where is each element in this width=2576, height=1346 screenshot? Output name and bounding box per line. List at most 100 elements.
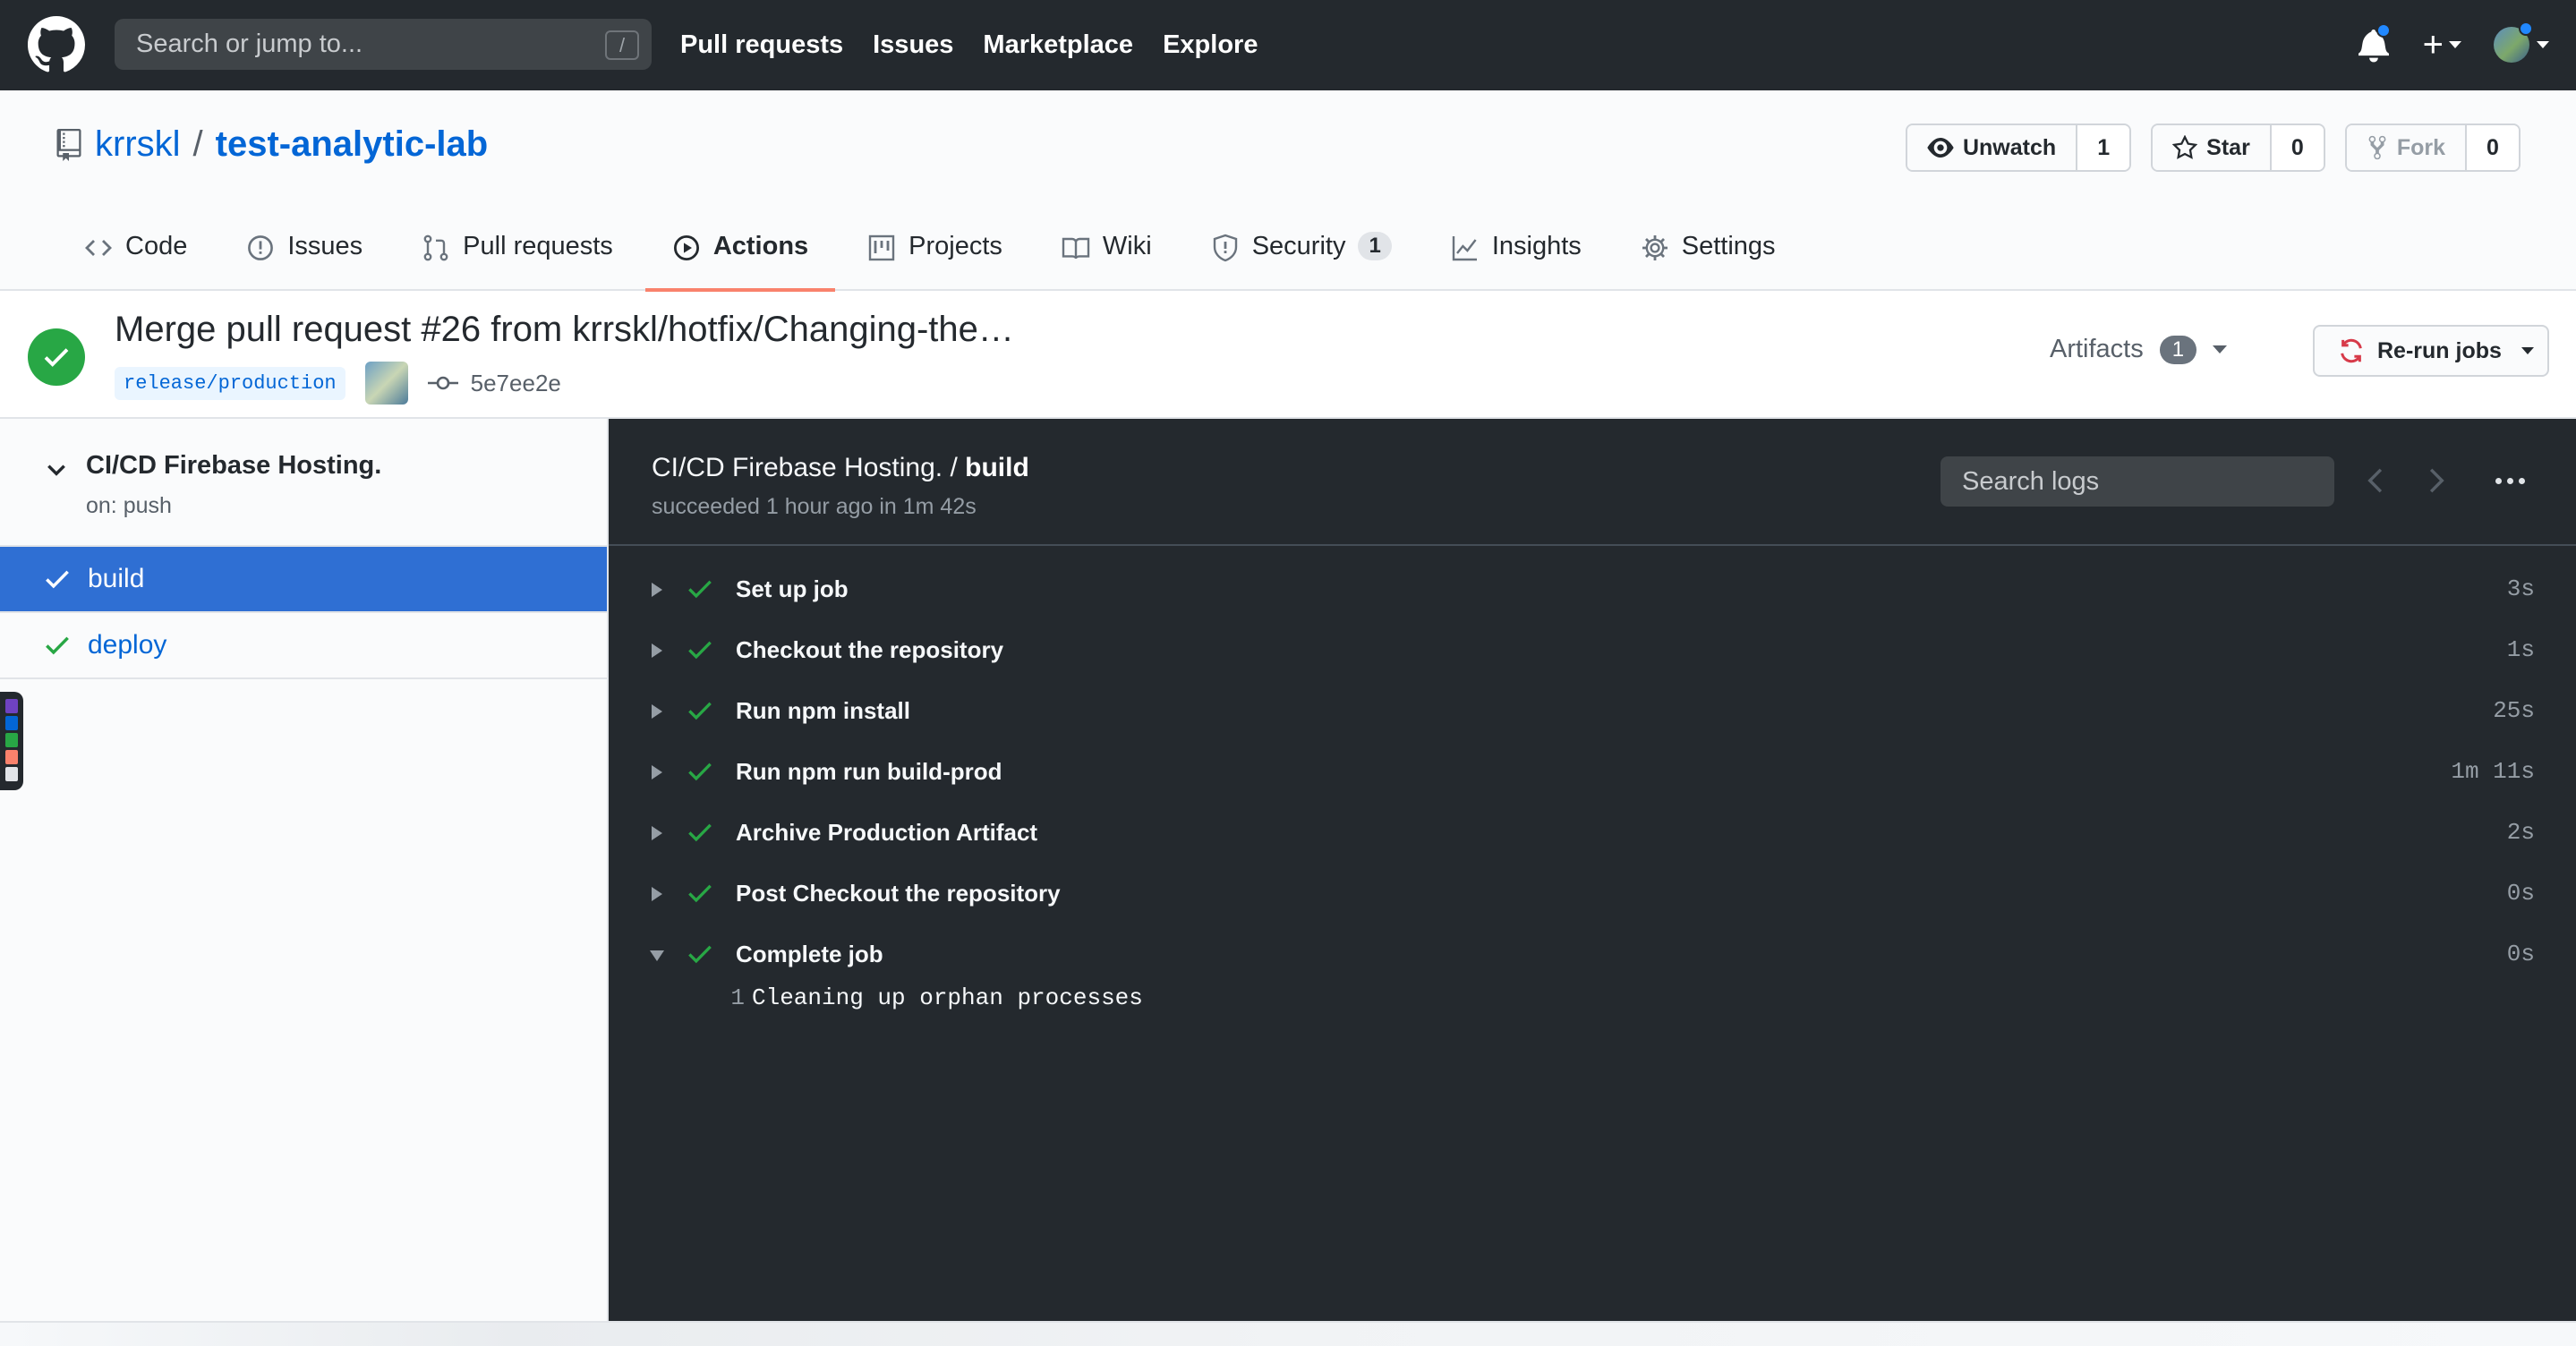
- tab-label: Code: [125, 232, 188, 260]
- avatar[interactable]: [364, 362, 408, 405]
- search-logs-input[interactable]: Search logs: [1941, 456, 2334, 507]
- tab-settings[interactable]: Settings: [1641, 221, 1796, 291]
- unwatch-button[interactable]: Unwatch: [1906, 125, 2077, 170]
- step-row-expanded[interactable]: Complete job 0s: [609, 924, 2576, 984]
- step-duration: 3s: [2506, 575, 2535, 602]
- create-new-dropdown[interactable]: +: [2423, 27, 2461, 63]
- chevron-left-icon[interactable]: [2365, 465, 2388, 496]
- workflow-summary[interactable]: CI/CD Firebase Hosting. on: push: [0, 419, 607, 547]
- tab-label: Actions: [712, 232, 809, 260]
- tab-pull-requests[interactable]: Pull requests: [422, 221, 633, 291]
- color-swatch: [5, 716, 18, 730]
- expand-triangle-icon[interactable]: [652, 583, 662, 597]
- fork-button[interactable]: Fork: [2346, 125, 2465, 170]
- fork-button-group: Fork 0: [2344, 124, 2521, 172]
- avatar-status-indicator: [2519, 21, 2533, 36]
- color-swatch: [5, 767, 18, 781]
- job-item-deploy[interactable]: deploy: [0, 613, 607, 679]
- window-bottom-edge: [0, 1321, 2576, 1346]
- eye-icon: [1927, 138, 1954, 158]
- tab-label: Settings: [1681, 232, 1776, 260]
- more-options-button[interactable]: [2495, 478, 2525, 484]
- tab-label: Insights: [1491, 232, 1582, 260]
- tab-projects[interactable]: Projects: [867, 221, 1022, 291]
- rerun-label: Re-run jobs: [2377, 337, 2502, 363]
- star-button[interactable]: Star: [2153, 125, 2270, 170]
- star-icon: [2172, 135, 2198, 159]
- global-header: Search or jump to... / Pull requests Iss…: [0, 0, 2576, 90]
- collapse-triangle-icon[interactable]: [650, 950, 664, 961]
- artifacts-dropdown[interactable]: Artifacts 1: [2050, 335, 2228, 364]
- plus-icon: +: [2422, 25, 2444, 64]
- step-duration: 0s: [2506, 880, 2535, 907]
- nav-marketplace[interactable]: Marketplace: [983, 30, 1133, 60]
- expand-triangle-icon[interactable]: [652, 704, 662, 719]
- step-row[interactable]: Post Checkout the repository 0s: [609, 863, 2576, 924]
- artifacts-label: Artifacts: [2050, 335, 2144, 363]
- tab-insights[interactable]: Insights: [1451, 221, 1601, 291]
- repository-title: krrskl / test-analytic-lab: [55, 124, 488, 165]
- watchers-count[interactable]: 1: [2076, 125, 2130, 170]
- job-item-build[interactable]: build: [0, 547, 607, 613]
- expand-triangle-icon[interactable]: [652, 643, 662, 658]
- expand-triangle-icon[interactable]: [652, 887, 662, 901]
- app-window: Search or jump to... / Pull requests Iss…: [0, 0, 2576, 1346]
- log-line: 1 Cleaning up orphan processes: [609, 984, 2576, 1029]
- step-row[interactable]: Checkout the repository 1s: [609, 619, 2576, 680]
- artifacts-count: 1: [2159, 335, 2197, 364]
- fork-label: Fork: [2396, 134, 2445, 160]
- color-swatch: [5, 750, 18, 764]
- nav-pull-requests[interactable]: Pull requests: [680, 30, 843, 60]
- tab-issues[interactable]: Issues: [246, 221, 382, 291]
- step-row[interactable]: Run npm run build-prod 1m 11s: [609, 741, 2576, 802]
- repo-name-link[interactable]: test-analytic-lab: [216, 124, 489, 165]
- tab-security[interactable]: Security 1: [1211, 221, 1412, 291]
- expand-triangle-icon[interactable]: [652, 826, 662, 840]
- sync-icon: [2341, 338, 2362, 363]
- global-search-input[interactable]: Search or jump to... /: [115, 19, 652, 70]
- chevron-down-icon[interactable]: [45, 458, 68, 481]
- kebab-dot: [2495, 478, 2502, 484]
- commit-icon: [427, 376, 458, 390]
- github-logo-icon[interactable]: [28, 16, 85, 73]
- star-label: Star: [2206, 134, 2250, 160]
- step-row[interactable]: Set up job 3s: [609, 558, 2576, 619]
- color-swatch: [5, 733, 18, 747]
- commit-link[interactable]: 5e7ee2e: [427, 370, 561, 397]
- step-row[interactable]: Run npm install 25s: [609, 680, 2576, 741]
- step-label: Archive Production Artifact: [736, 818, 1038, 846]
- check-icon: [688, 641, 712, 660]
- log-line-number[interactable]: 1: [709, 984, 745, 1011]
- step-row[interactable]: Archive Production Artifact 2s: [609, 802, 2576, 863]
- branch-label[interactable]: release/production: [115, 366, 345, 400]
- step-label: Run npm run build-prod: [736, 757, 1002, 785]
- rerun-jobs-button[interactable]: Re-run jobs: [2313, 325, 2549, 377]
- check-icon: [688, 884, 712, 903]
- notification-indicator: [2376, 23, 2391, 38]
- tab-code[interactable]: Code: [84, 221, 207, 291]
- check-icon: [46, 570, 69, 589]
- tab-wiki[interactable]: Wiki: [1062, 221, 1172, 291]
- tab-actions[interactable]: Actions: [644, 221, 836, 292]
- nav-issues[interactable]: Issues: [873, 30, 953, 60]
- chevron-right-icon[interactable]: [2424, 465, 2447, 496]
- tab-label: Projects: [908, 232, 1002, 260]
- nav-explore[interactable]: Explore: [1163, 30, 1258, 60]
- extension-color-widget[interactable]: [0, 692, 23, 790]
- search-results-pager: [2365, 465, 2447, 496]
- stargazers-count[interactable]: 0: [2269, 125, 2324, 170]
- step-duration: 1m 11s: [2451, 758, 2535, 785]
- expand-triangle-icon[interactable]: [652, 765, 662, 779]
- notifications-button[interactable]: [2358, 23, 2391, 63]
- repo-icon: [56, 128, 81, 161]
- forks-count[interactable]: 0: [2465, 125, 2519, 170]
- header-actions: +: [2358, 20, 2549, 70]
- tab-label: Wiki: [1102, 232, 1152, 260]
- project-icon: [868, 234, 895, 261]
- run-meta: release/production 5e7ee2e: [115, 362, 561, 405]
- search-shortcut-hint: /: [605, 30, 639, 60]
- shield-icon: [1213, 234, 1237, 262]
- user-menu-dropdown[interactable]: [2494, 21, 2549, 63]
- repo-owner-link[interactable]: krrskl: [95, 124, 181, 165]
- fork-icon: [2368, 135, 2386, 160]
